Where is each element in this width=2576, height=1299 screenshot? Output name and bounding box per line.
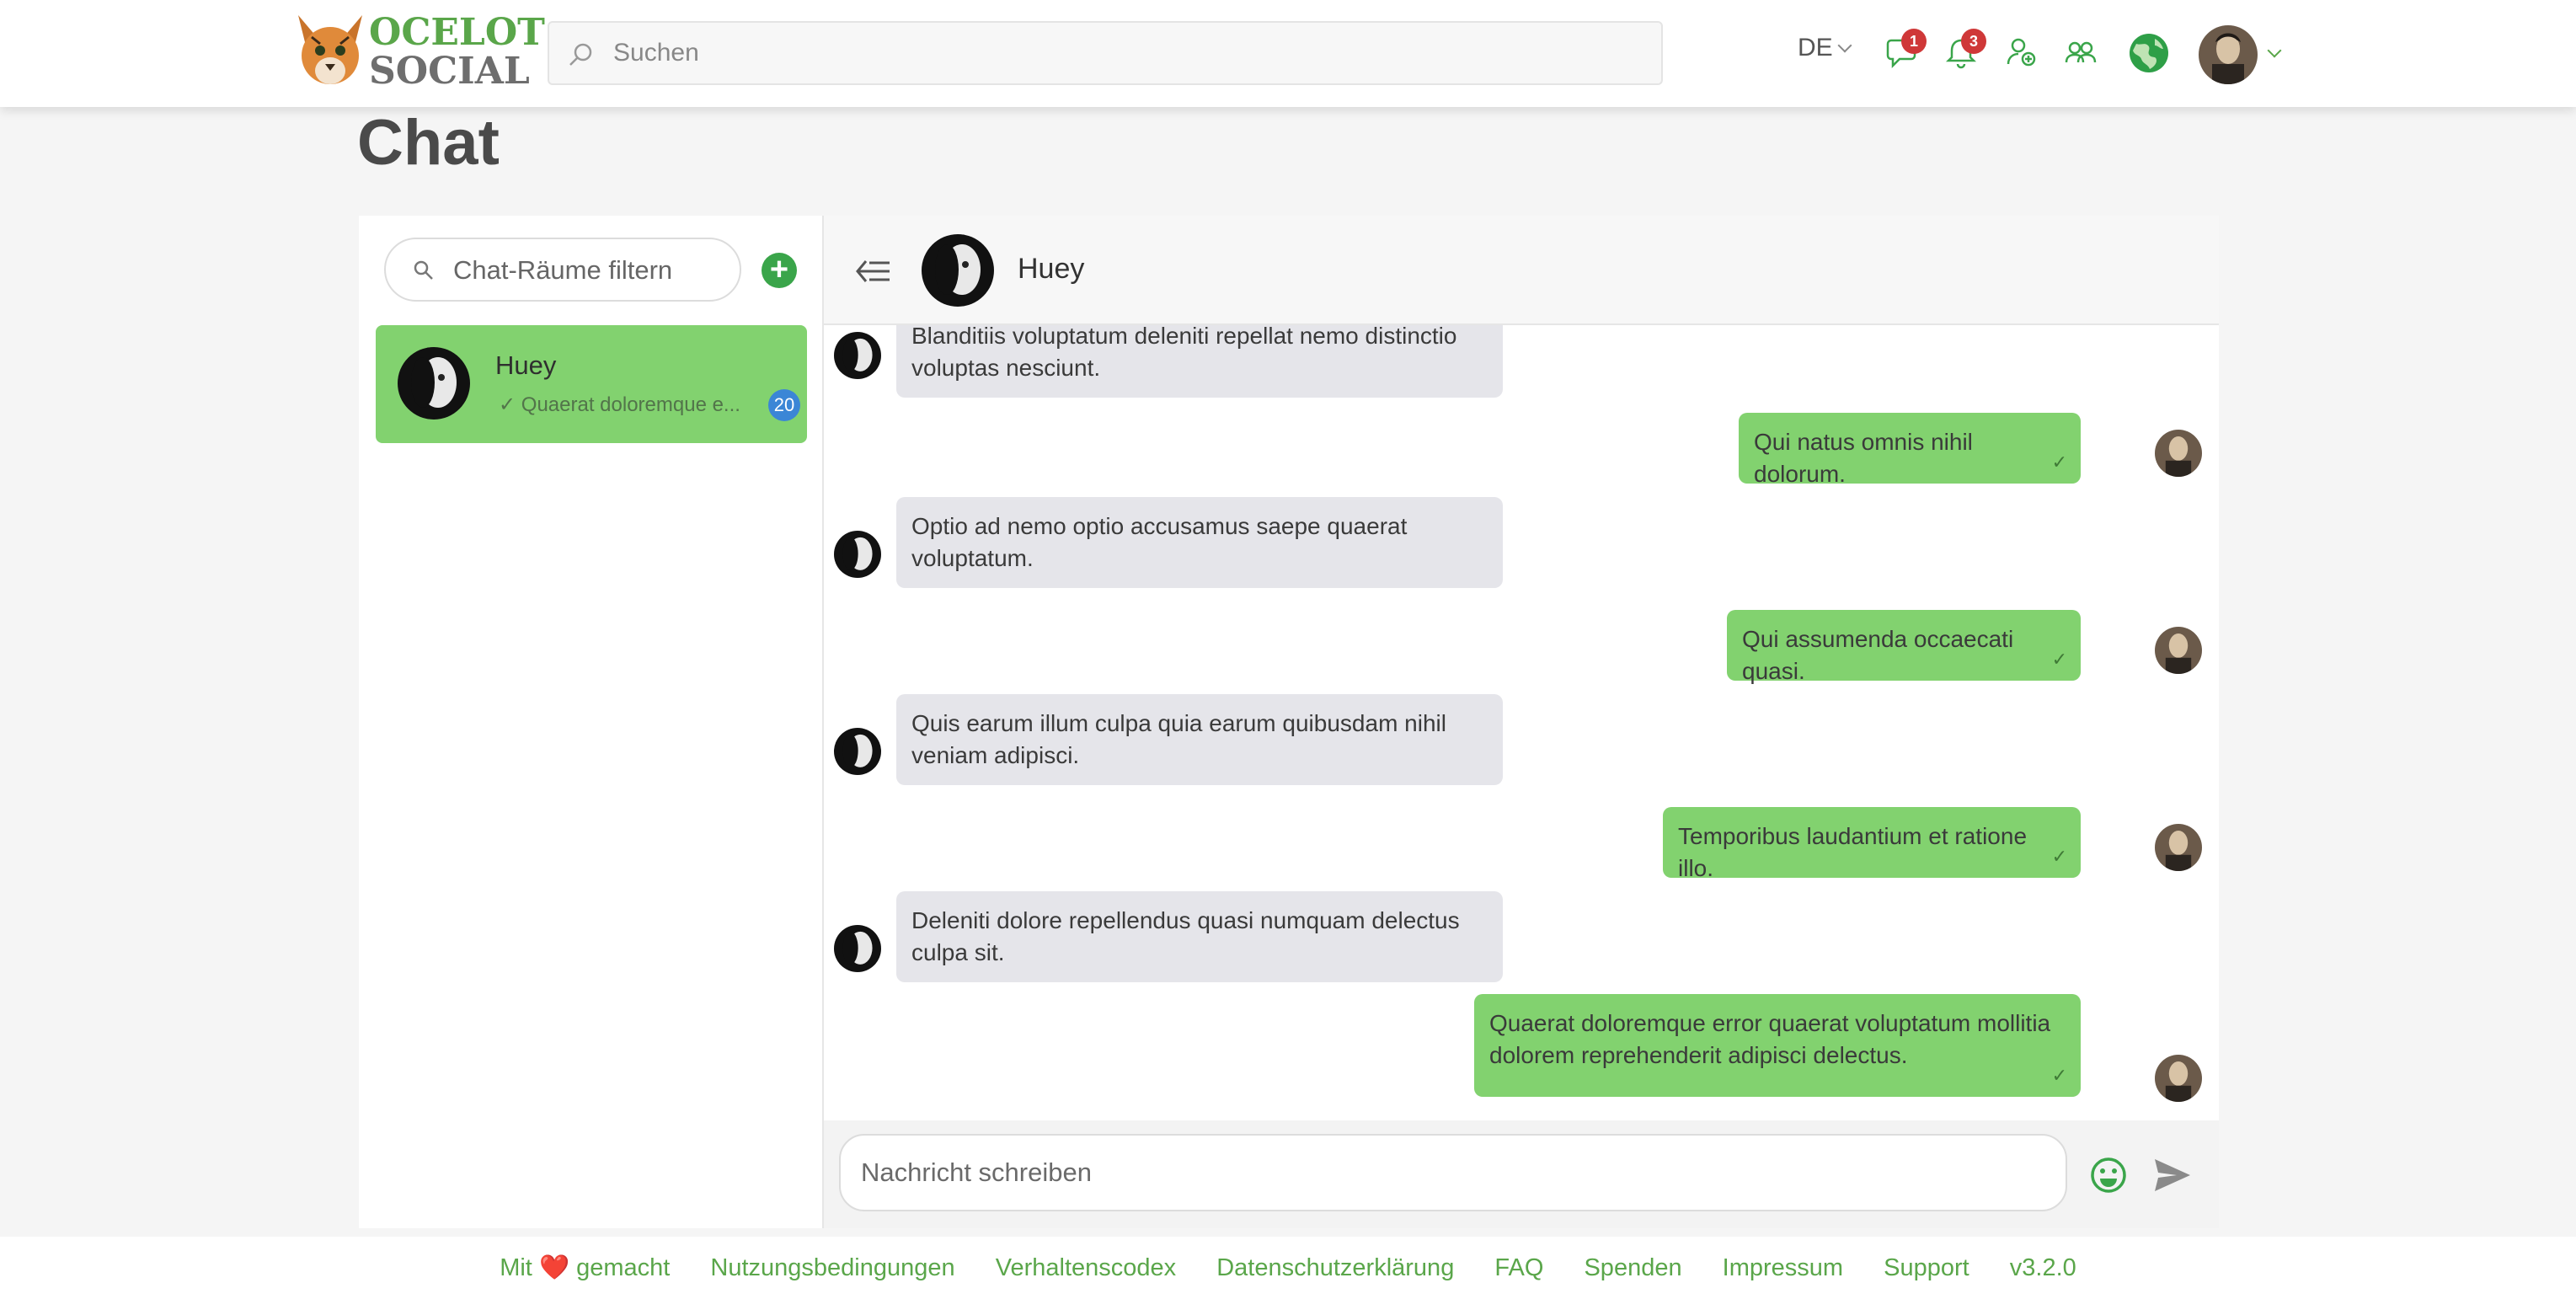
read-check-icon: ✓ xyxy=(2051,649,2067,670)
message-list[interactable]: Blanditiis voluptatum deleniti repellat … xyxy=(824,325,2219,1120)
top-header: OCELOT SOCIAL DE 1 3 xyxy=(0,0,2576,107)
made-with-prefix: Mit xyxy=(500,1254,532,1281)
read-check-icon: ✓ xyxy=(2051,846,2067,867)
room-name: Huey xyxy=(495,350,557,380)
message-composer xyxy=(824,1120,2219,1228)
message-text: Deleniti dolore repellendus quasi numqua… xyxy=(911,907,1460,965)
message-bubble: Deleniti dolore repellendus quasi numqua… xyxy=(896,891,1503,982)
avatar xyxy=(2155,824,2202,871)
message-text: Temporibus laudantium et ratione illo. xyxy=(1678,823,2028,881)
avatar xyxy=(2155,627,2202,674)
conversation-partner-name: Huey xyxy=(1018,253,1085,285)
message-bubble: Quis earum illum culpa quia earum quibus… xyxy=(896,694,1503,785)
send-icon[interactable] xyxy=(2153,1157,2192,1193)
footer-link-faq[interactable]: FAQ xyxy=(1494,1254,1543,1281)
search-icon xyxy=(569,43,592,66)
message-text: Quaerat doloremque error quaerat volupta… xyxy=(1489,1010,2051,1068)
avatar xyxy=(398,347,470,420)
logo-line2: SOCIAL xyxy=(369,50,530,93)
footer-link-terms[interactable]: Nutzungsbedingungen xyxy=(710,1254,954,1281)
room-list: + Huey ✓ Quaerat doloremque e... 20 xyxy=(359,216,824,1228)
footer-link-privacy[interactable]: Datenschutzerklärung xyxy=(1216,1254,1454,1281)
avatar[interactable] xyxy=(922,234,994,307)
heart-icon: ❤️ xyxy=(538,1254,570,1281)
notifications-button[interactable]: 3 xyxy=(1944,29,1986,69)
message-text: Quis earum illum culpa quia earum quibus… xyxy=(911,710,1446,768)
chat-panel: + Huey ✓ Quaerat doloremque e... 20 xyxy=(359,216,2219,1228)
avatar xyxy=(834,728,881,775)
search-icon xyxy=(414,260,433,280)
read-check-icon: ✓ xyxy=(2051,452,2067,473)
page-title: Chat xyxy=(357,107,500,179)
message-bubble: Blanditiis voluptatum deleniti repellat … xyxy=(896,325,1503,398)
unread-badge: 20 xyxy=(768,389,800,421)
conversation-header: Huey xyxy=(824,216,2219,325)
footer-link-donate[interactable]: Spenden xyxy=(1584,1254,1681,1281)
chat-notifications-button[interactable]: 1 xyxy=(1884,29,1927,69)
footer-link-imprint[interactable]: Impressum xyxy=(1723,1254,1843,1281)
avatar[interactable] xyxy=(2199,25,2258,84)
footer-link-support[interactable]: Support xyxy=(1884,1254,1969,1281)
made-with-love-link[interactable]: Mit ❤️ gemacht xyxy=(500,1254,670,1281)
message-bubble: Temporibus laudantium et ratione illo. ✓ xyxy=(1663,807,2081,881)
footer: Mit ❤️ gemacht Nutzungsbedingungen Verha… xyxy=(0,1237,2576,1299)
message-text: Optio ad nemo optio accusamus saepe quae… xyxy=(911,513,1408,571)
map-button[interactable] xyxy=(2128,32,2170,74)
message-bubble: Qui assumenda occaecati quasi. ✓ xyxy=(1727,610,2081,684)
message-bubble: Qui natus omnis nihil dolorum. ✓ xyxy=(1739,413,2081,487)
message-input[interactable] xyxy=(839,1134,2067,1211)
avatar xyxy=(834,332,881,379)
ocelot-logo[interactable]: OCELOT SOCIAL xyxy=(295,12,545,91)
logo-text: OCELOT SOCIAL xyxy=(369,13,545,91)
chat-badge: 1 xyxy=(1901,29,1927,54)
room-item[interactable]: Huey ✓ Quaerat doloremque e... 20 xyxy=(376,325,807,443)
groups-button[interactable] xyxy=(2064,35,2098,69)
global-search[interactable] xyxy=(548,21,1663,85)
room-last-message: ✓ Quaerat doloremque e... xyxy=(499,393,743,417)
notifications-badge: 3 xyxy=(1961,29,1986,54)
back-icon[interactable] xyxy=(854,254,893,288)
avatar xyxy=(2155,430,2202,477)
add-room-icon[interactable]: + xyxy=(762,253,797,288)
message-bubble: Quaerat doloremque error quaerat volupta… xyxy=(1474,994,2081,1097)
conversation: Huey Blanditiis voluptatum deleniti repe… xyxy=(824,216,2219,1228)
room-filter-input[interactable] xyxy=(453,251,723,290)
avatar xyxy=(834,531,881,578)
message-text: Qui natus omnis nihil dolorum. xyxy=(1754,429,1973,487)
read-check-icon: ✓ xyxy=(2051,1065,2067,1086)
language-label: DE xyxy=(1798,34,1833,61)
chevron-down-icon xyxy=(1837,38,1852,53)
search-input[interactable] xyxy=(613,33,1624,73)
room-filter[interactable] xyxy=(384,238,741,302)
logo-line1: OCELOT xyxy=(369,11,545,54)
message-text: Qui assumenda occaecati quasi. xyxy=(1742,626,2014,684)
chevron-down-icon[interactable] xyxy=(2267,43,2282,58)
invite-user-icon xyxy=(2007,38,2036,67)
footer-link-code-of-conduct[interactable]: Verhaltenscodex xyxy=(996,1254,1176,1281)
language-switch[interactable]: DE xyxy=(1798,34,1852,62)
globe-icon xyxy=(2130,34,2168,72)
avatar xyxy=(834,925,881,972)
message-bubble: Optio ad nemo optio accusamus saepe quae… xyxy=(896,497,1503,588)
ocelot-logo-icon xyxy=(298,15,362,84)
footer-link-version[interactable]: v3.2.0 xyxy=(2010,1254,2076,1281)
user-avatar-image xyxy=(2199,25,2258,84)
made-with-suffix: gemacht xyxy=(576,1254,671,1281)
read-check-icon: ✓ xyxy=(499,393,516,416)
room-last-message-text: Quaerat doloremque e... xyxy=(521,393,740,416)
avatar xyxy=(2155,1055,2202,1102)
groups-icon xyxy=(2065,41,2097,63)
message-text: Blanditiis voluptatum deleniti repellat … xyxy=(911,325,1457,381)
invite-button[interactable] xyxy=(2005,35,2039,69)
emoji-icon[interactable] xyxy=(2089,1156,2128,1195)
